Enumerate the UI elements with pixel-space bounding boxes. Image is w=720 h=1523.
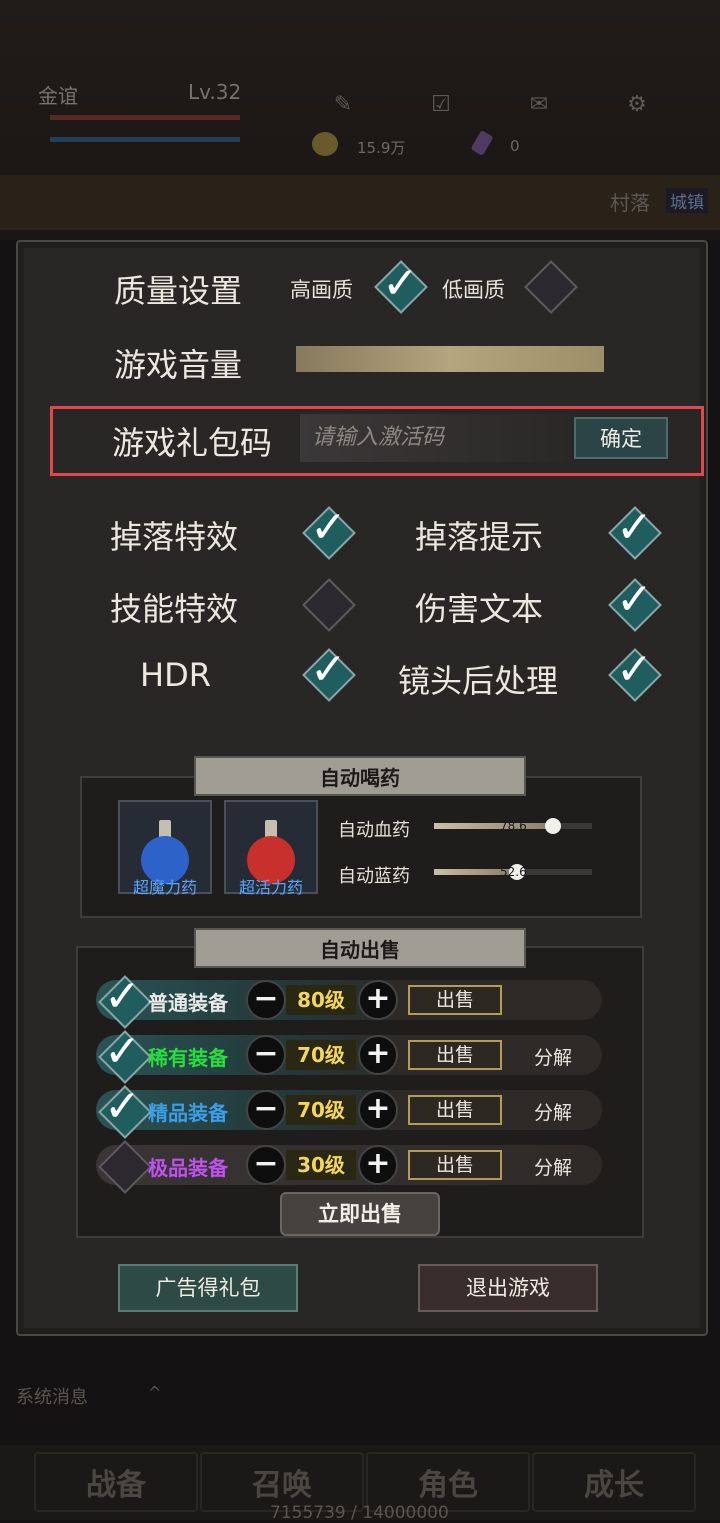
quality-low-label: 低画质: [442, 278, 505, 302]
check-icon: ✓: [310, 644, 347, 695]
check-icon: ✓: [616, 574, 653, 625]
auto-sell-title: 自动出售: [194, 928, 526, 968]
tab-equipment-label: 战备: [86, 1468, 146, 1503]
chevron-up-icon[interactable]: ^: [148, 1383, 161, 1402]
tab-growth[interactable]: 成长: [532, 1452, 696, 1512]
toggle-drop-hint-label: 掉落提示: [415, 518, 544, 556]
gift-code-label: 游戏礼包码: [112, 424, 273, 462]
auto-hp-slider-fill: [434, 823, 558, 829]
quest-scroll-icon[interactable]: ✎: [328, 90, 358, 120]
sell-epic-grade: 极品装备: [148, 1156, 228, 1180]
check-icon: ✓: [616, 502, 653, 553]
exit-game-button[interactable]: 退出游戏: [418, 1264, 598, 1312]
auto-hp-value: 78.6: [500, 819, 527, 833]
sell-rare-dismantle-button[interactable]: 分解: [534, 1043, 572, 1070]
mail-icon[interactable]: ✉: [524, 90, 554, 120]
sell-epic-level: 30级: [286, 1150, 356, 1180]
location-town[interactable]: 城镇: [666, 188, 708, 213]
tab-growth-label: 成长: [584, 1468, 644, 1503]
sell-normal-level: 80级: [286, 985, 356, 1015]
sell-fine-level: 70级: [286, 1095, 356, 1125]
toggle-postprocess-label: 镜头后处理: [398, 662, 559, 700]
sell-rare-grade: 稀有装备: [148, 1046, 228, 1070]
sell-epic-dismantle-button[interactable]: 分解: [534, 1153, 572, 1180]
auto-hp-slider-knob[interactable]: [545, 818, 561, 834]
toggle-skill-effect-label: 技能特效: [110, 590, 239, 628]
sell-epic-sell-button[interactable]: 出售: [408, 1150, 502, 1180]
gift-confirm-button[interactable]: 确定: [574, 417, 668, 459]
sell-fine-plus-button[interactable]: +: [358, 1090, 398, 1130]
auto-mp-label: 自动蓝药: [338, 866, 410, 887]
sell-normal-sell-button[interactable]: 出售: [408, 985, 502, 1015]
gear-icon[interactable]: ⚙: [622, 90, 652, 120]
auto-mp-value: 52.6: [500, 865, 527, 879]
tab-equipment[interactable]: 战备: [34, 1452, 198, 1512]
mana-potion-name: 超魔力药: [132, 878, 197, 897]
calendar-check-icon[interactable]: ☑: [426, 90, 456, 120]
quality-label: 质量设置: [114, 272, 243, 310]
system-message-label[interactable]: 系统消息: [16, 1383, 88, 1409]
sell-normal-grade: 普通装备: [148, 991, 228, 1015]
sell-fine-minus-button[interactable]: −: [246, 1090, 286, 1130]
sell-rare-sell-button[interactable]: 出售: [408, 1040, 502, 1070]
toggle-hdr-label: HDR: [140, 656, 211, 694]
sell-fine-sell-button[interactable]: 出售: [408, 1095, 502, 1125]
health-potion-name: 超活力药: [238, 878, 303, 897]
check-icon: ✓: [616, 644, 653, 695]
location-village[interactable]: 村落: [610, 187, 650, 216]
sell-normal-minus-button[interactable]: −: [246, 980, 286, 1020]
gem-amount: 0: [510, 137, 520, 155]
sell-epic-plus-button[interactable]: +: [358, 1145, 398, 1185]
volume-slider[interactable]: [296, 346, 604, 372]
sell-epic-minus-button[interactable]: −: [246, 1145, 286, 1185]
exp-progress-text: 7155739 / 14000000: [270, 1503, 449, 1523]
hp-bar: [50, 115, 240, 120]
mp-bar: [50, 137, 240, 142]
auto-potion-title: 自动喝药: [194, 756, 526, 796]
sell-rare-level: 70级: [286, 1040, 356, 1070]
check-icon: ✓: [310, 502, 347, 553]
gold-coin-icon: [312, 132, 338, 156]
sell-rare-plus-button[interactable]: +: [358, 1035, 398, 1075]
check-icon: ✓: [104, 1026, 141, 1077]
sell-now-button[interactable]: 立即出售: [280, 1192, 440, 1236]
player-level: Lv.32: [188, 80, 242, 104]
toggle-drop-effect-label: 掉落特效: [110, 518, 239, 556]
check-icon: ✓: [104, 971, 141, 1022]
gold-amount: 15.9万: [357, 139, 406, 157]
ad-gift-button[interactable]: 广告得礼包: [118, 1264, 298, 1312]
volume-label: 游戏音量: [114, 346, 243, 384]
sell-fine-dismantle-button[interactable]: 分解: [534, 1098, 572, 1125]
check-icon: ✓: [104, 1081, 141, 1132]
auto-hp-label: 自动血药: [338, 820, 410, 841]
quality-high-label: 高画质: [290, 278, 353, 302]
tab-character-label: 角色: [418, 1468, 478, 1503]
sell-normal-plus-button[interactable]: +: [358, 980, 398, 1020]
gift-code-input[interactable]: 请输入激活码: [300, 414, 570, 462]
toggle-damage-text-label: 伤害文本: [415, 590, 544, 628]
check-icon: ✓: [382, 258, 419, 309]
player-name: 金谊: [38, 84, 78, 108]
sell-rare-minus-button[interactable]: −: [246, 1035, 286, 1075]
sell-fine-grade: 精品装备: [148, 1101, 228, 1125]
tab-summon-label: 召唤: [252, 1468, 312, 1503]
